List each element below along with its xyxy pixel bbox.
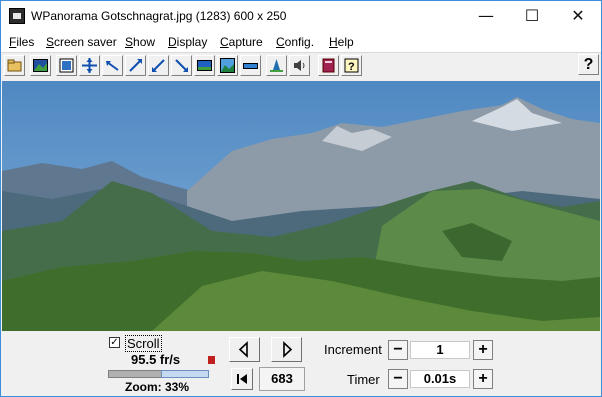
timer-label: Timer — [347, 372, 380, 387]
minimize-button[interactable]: — — [463, 1, 509, 32]
timer-decrease-button[interactable]: − — [388, 369, 408, 389]
svg-text:?: ? — [348, 61, 355, 73]
image-icon[interactable] — [30, 55, 51, 76]
title-bar[interactable]: WPanorama Gotschnagrat.jpg (1283) 600 x … — [1, 1, 601, 32]
panorama-icon[interactable] — [194, 55, 215, 76]
sound-icon[interactable] — [289, 55, 310, 76]
arrow-right-icon — [283, 341, 293, 358]
control-panel: ✓ Scroll 95.5 fr/s Zoom: 33% 683 Increme… — [1, 331, 601, 396]
menu-bar: Files Screen saver Show Display Capture … — [1, 32, 601, 53]
timer-value[interactable]: 0.01s — [410, 370, 470, 388]
zoom-slider-thumb[interactable] — [161, 370, 209, 378]
shrink-icon[interactable] — [148, 55, 169, 76]
frame-number: 683 — [259, 367, 305, 391]
landscape-icon[interactable] — [217, 55, 238, 76]
fit-icon[interactable] — [56, 55, 77, 76]
speed-indicator-icon — [208, 356, 215, 364]
scroll-right-button[interactable] — [271, 337, 302, 362]
zoom-readout: Zoom: 33% — [125, 380, 190, 394]
frame-rate-readout: 95.5 fr/s — [131, 352, 181, 367]
close-button[interactable]: ✕ — [555, 1, 601, 32]
book-icon[interactable] — [318, 55, 339, 76]
go-to-start-button[interactable] — [231, 368, 253, 390]
menu-files[interactable]: Files — [9, 35, 34, 49]
scroll-checkbox[interactable]: ✓ — [109, 337, 120, 348]
app-icon[interactable] — [9, 8, 25, 24]
menu-show[interactable]: Show — [125, 35, 155, 49]
scroll-left-button[interactable] — [229, 337, 260, 362]
menu-display[interactable]: Display — [168, 35, 207, 49]
increment-label: Increment — [324, 342, 382, 357]
increment-value[interactable]: 1 — [410, 341, 470, 359]
window-title: WPanorama Gotschnagrat.jpg (1283) 600 x … — [31, 9, 287, 23]
scroll-label[interactable]: Scroll — [125, 335, 162, 352]
menu-help[interactable]: Help — [329, 35, 354, 49]
help-topic-icon[interactable]: ? — [341, 55, 362, 76]
flat-icon[interactable] — [240, 55, 261, 76]
increment-increase-button[interactable]: + — [473, 340, 493, 360]
expand-icon[interactable] — [79, 55, 100, 76]
increment-decrease-button[interactable]: − — [388, 340, 408, 360]
menu-screen-saver[interactable]: Screen saver — [46, 35, 117, 49]
timer-increase-button[interactable]: + — [473, 369, 493, 389]
menu-config[interactable]: Config. — [276, 35, 314, 49]
context-help-button[interactable]: ? — [578, 54, 599, 75]
skip-to-start-icon — [237, 374, 247, 384]
move-left-icon[interactable] — [102, 55, 123, 76]
maximize-button[interactable]: ☐ — [509, 1, 555, 32]
move-up-right-icon[interactable] — [125, 55, 146, 76]
move-down-icon[interactable] — [171, 55, 192, 76]
mountain-panorama-image — [2, 81, 600, 331]
app-window: WPanorama Gotschnagrat.jpg (1283) 600 x … — [0, 0, 602, 397]
toolbar: ? — [1, 53, 601, 81]
open-icon[interactable] — [4, 55, 25, 76]
pan-icon[interactable] — [266, 55, 287, 76]
arrow-left-icon — [238, 341, 248, 358]
panorama-viewport[interactable] — [2, 81, 600, 331]
menu-capture[interactable]: Capture — [220, 35, 263, 49]
